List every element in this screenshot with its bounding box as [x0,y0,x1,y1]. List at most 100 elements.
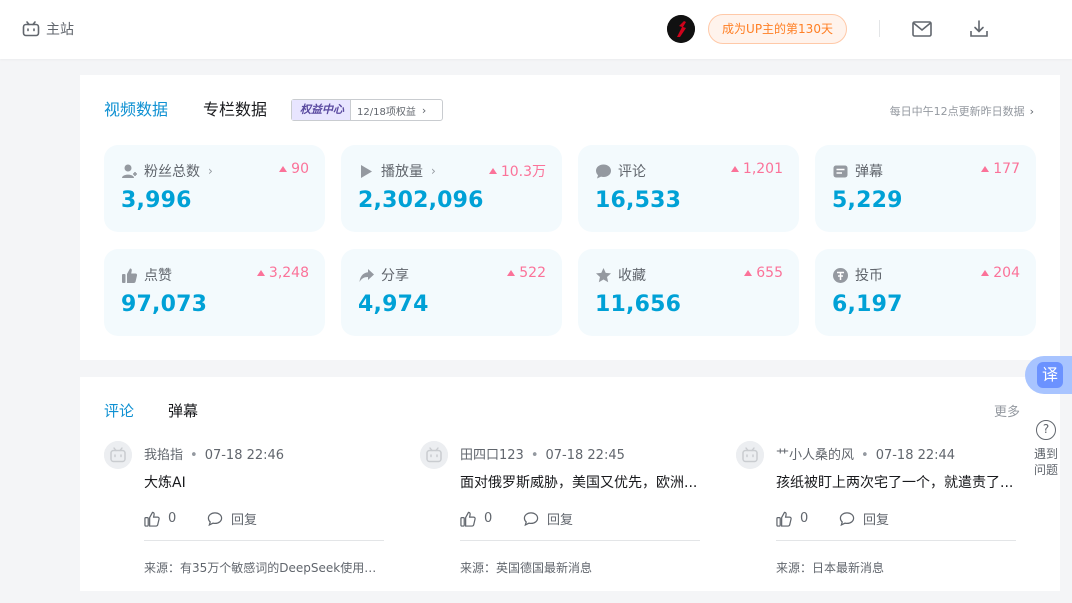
stat-card-danmaku[interactable]: 弹幕 177 5,229 [815,145,1036,232]
stat-delta-value: 90 [291,161,309,177]
divider [879,20,880,37]
translate-icon: 译 [1037,362,1063,388]
coin-icon [833,267,848,283]
reply-button[interactable]: 回复 [207,509,257,528]
divider [776,540,1016,541]
mail-icon[interactable] [911,18,933,40]
stat-delta-value: 10.3万 [500,164,546,180]
stat-delta: 204 [981,265,1020,281]
arrow-up-icon [730,166,739,172]
stat-delta-value: 655 [756,265,783,281]
comment-actions: 0 回复 [144,509,257,528]
up-days-badge[interactable]: 成为UP主的第130天 [708,14,847,44]
like-count: 0 [800,511,809,526]
comment-text[interactable]: 面对俄罗斯威胁，美国又优先，欧洲... [460,472,700,492]
stat-value: 4,974 [358,292,429,317]
comment-icon [596,164,611,178]
comment-username[interactable]: 田四口123 [460,448,524,463]
stat-label: 粉丝总数 › [121,161,213,181]
like-button[interactable]: 0 [460,511,523,527]
stat-label: 评论 [595,161,646,181]
reply-icon [523,511,539,526]
stat-delta: 1,201 [730,161,783,177]
reply-label: 回复 [547,513,574,528]
play-icon [361,164,372,178]
help-label: 遇到问题 [1033,447,1058,477]
stat-label: 投币 [832,265,883,285]
stat-card-coins[interactable]: 投币 204 6,197 [815,249,1036,336]
comment-text[interactable]: 大炼AI [144,472,384,492]
reply-button[interactable]: 回复 [523,509,573,528]
more-link[interactable]: 更多 [994,401,1020,420]
reply-button[interactable]: 回复 [839,509,889,528]
stat-label: 分享 [358,265,409,285]
tab-column-data[interactable]: 专栏数据 [203,99,267,121]
home-link[interactable]: 主站 [22,19,74,39]
comment-item: 田四口123 • 07-18 22:45 面对俄罗斯威胁，美国又优先，欧洲... 0… [420,441,700,586]
stat-delta: 90 [279,161,309,177]
arrow-up-icon [744,270,753,276]
like-button[interactable]: 0 [144,511,207,527]
like-count: 0 [484,511,493,526]
download-icon[interactable] [968,18,990,40]
reply-label: 回复 [231,513,258,528]
stat-delta-value: 1,201 [742,161,783,177]
stat-card-shares[interactable]: 分享 522 4,974 [341,249,562,336]
arrow-up-icon [488,168,497,174]
stat-label-text: 投币 [855,268,883,284]
like-button[interactable]: 0 [776,511,839,527]
home-label: 主站 [46,22,74,38]
comment-meta: 艹小人桑的风 • 07-18 22:44 [776,448,956,463]
comment-time: 07-18 22:44 [875,448,956,463]
comment-username[interactable]: 我掐指 [144,448,183,463]
chevron-right-icon: › [431,164,436,178]
update-note-text: 每日中午12点更新昨日数据 [889,105,1025,118]
avatar[interactable] [420,441,448,469]
share-icon [359,268,374,282]
tab-comments[interactable]: 评论 [104,400,134,421]
avatar[interactable] [104,441,132,469]
tab-danmaku[interactable]: 弹幕 [168,400,198,421]
stat-label-text: 播放量 [381,164,423,180]
comment-text[interactable]: 孩纸被盯上两次宅了一个，就遣责了... [776,472,1016,492]
stat-label-text: 点赞 [144,268,172,284]
stat-label-text: 收藏 [618,268,646,284]
avatar[interactable] [736,441,764,469]
stat-delta: 655 [744,265,783,281]
comment-actions: 0 回复 [460,509,573,528]
translate-button[interactable]: 译 [1025,356,1072,394]
stat-label-text: 粉丝总数 [144,164,200,180]
tv-icon [22,21,40,37]
arrow-up-icon [507,270,516,276]
comment-source[interactable]: 来源：英国德国最新消息 [460,559,700,576]
comment-meta: 田四口123 • 07-18 22:45 [460,448,625,463]
stat-label-text: 分享 [381,268,409,284]
comment-actions: 0 回复 [776,509,889,528]
stat-card-plays[interactable]: 播放量 › 10.3万 2,302,096 [341,145,562,232]
chevron-right-icon: › [1029,105,1034,118]
comment-username[interactable]: 艹小人桑的风 [776,448,854,463]
top-bar: 主站 成为UP主的第130天 [0,0,1072,59]
equity-title: 权益中心 [292,100,351,120]
help-button[interactable]: ? 遇到问题 [1028,420,1064,478]
user-avatar[interactable] [667,15,695,43]
comment-source[interactable]: 来源：有35万个敏感词的DeepSeek使用者... [144,559,384,576]
tab-video-data[interactable]: 视频数据 [104,99,168,121]
stat-label: 点赞 [121,265,172,285]
arrow-up-icon [981,270,990,276]
recent-comments-panel: 评论 弹幕 更多 我掐指 • 07-18 22:46 大炼AI 0 回复 来源：有3… [80,377,1060,591]
stat-card-comments[interactable]: 评论 1,201 16,533 [578,145,799,232]
stat-card-likes[interactable]: 点赞 3,248 97,073 [104,249,325,336]
stat-label-text: 评论 [618,164,646,180]
thumb-up-icon [144,511,160,527]
stat-label: 播放量 › [358,161,436,181]
reply-icon [207,511,223,526]
stat-card-fans[interactable]: 粉丝总数 › 90 3,996 [104,145,325,232]
comment-source[interactable]: 来源：日本最新消息 [776,559,1016,576]
update-note[interactable]: 每日中午12点更新昨日数据 › [890,103,1034,119]
reply-icon [839,511,855,526]
stat-card-favorites[interactable]: 收藏 655 11,656 [578,249,799,336]
equity-center-button[interactable]: 权益中心 12/18项权益 › [291,99,443,121]
danmaku-icon [833,165,848,177]
comment-time: 07-18 22:46 [204,448,285,463]
